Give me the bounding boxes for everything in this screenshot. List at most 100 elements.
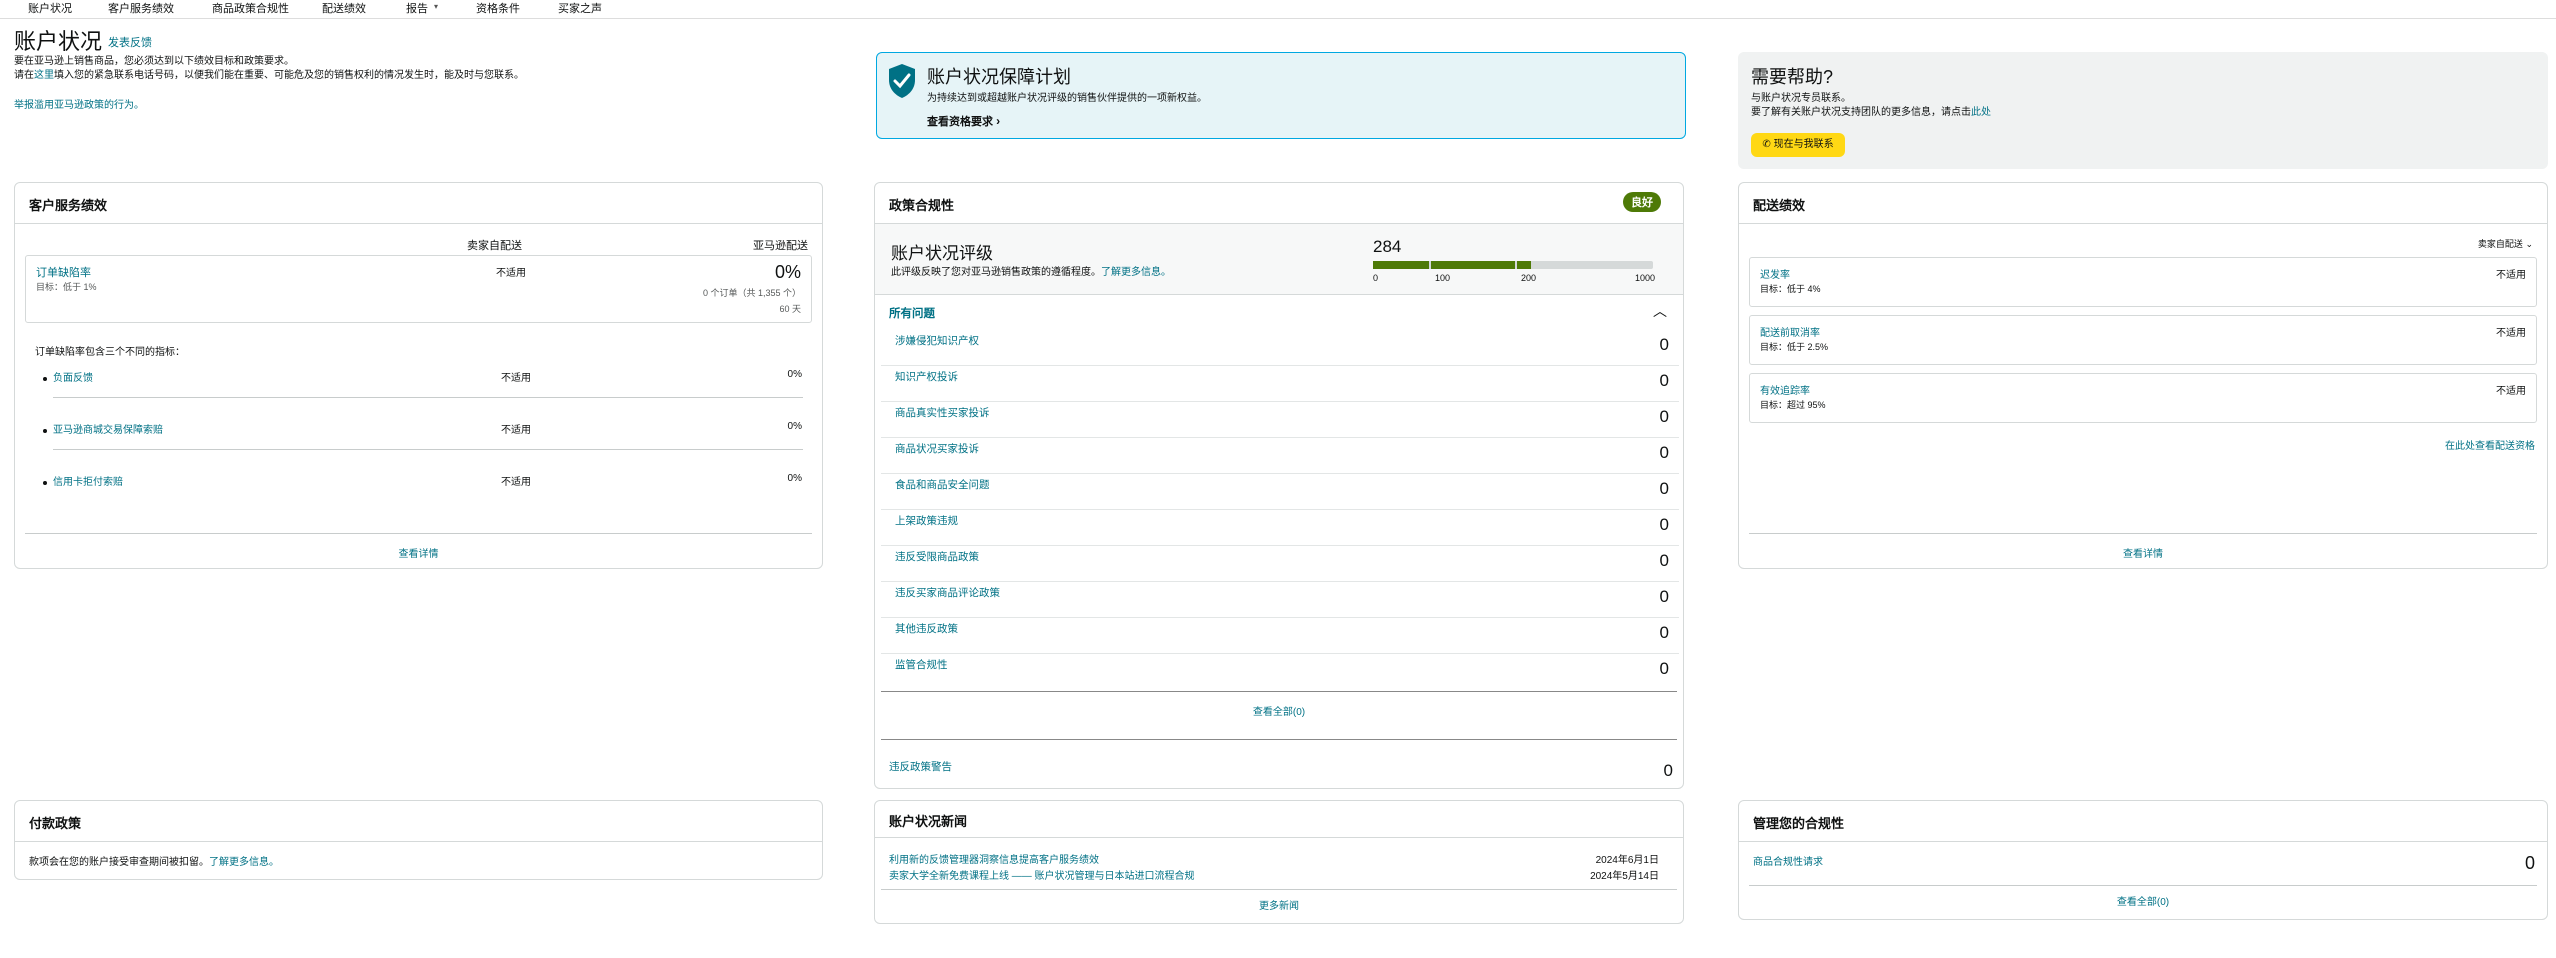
issue-label[interactable]: 监管合规性 — [895, 657, 948, 672]
late-shipment-target: 目标：低于 4% — [1760, 284, 1821, 294]
payment-title: 付款政策 — [29, 816, 82, 831]
shipping-card: 配送绩效 卖家自配送 ⌄ 迟发率 目标：低于 4% 不适用 配送前取消率 目标：… — [1738, 182, 2548, 569]
bullet — [43, 481, 47, 485]
compliance-title: 管理您的合规性 — [1753, 816, 1845, 831]
eligibility-link-label: 查看资格要求 — [927, 116, 993, 128]
nav-item-shipping[interactable]: 配送绩效 — [322, 0, 366, 16]
issue-label[interactable]: 违反买家商品评论政策 — [895, 585, 1000, 600]
score-bar-seg2 — [1431, 261, 1515, 269]
more-news-link[interactable]: 更多新闻 — [875, 897, 1683, 912]
odr-days: 60 天 — [779, 304, 801, 314]
issue-row: 监管合规性 0 — [881, 653, 1679, 689]
divider — [15, 841, 822, 842]
compliance-view-all-link[interactable]: 查看全部(0) — [1739, 893, 2547, 908]
divider — [875, 837, 1683, 838]
issue-label[interactable]: 上架政策违规 — [895, 513, 958, 528]
payment-learn-more-link[interactable]: 了解更多信息。 — [209, 857, 279, 868]
valid-tracking-link[interactable]: 有效追踪率 — [1760, 382, 1810, 397]
nav-item-reports[interactable]: 报告 — [406, 0, 428, 16]
issue-row: 涉嫌侵犯知识产权 0 — [881, 329, 1679, 366]
issue-label[interactable]: 商品状况买家投诉 — [895, 441, 979, 456]
nav-item-product-policy[interactable]: 商品政策合规性 — [212, 0, 289, 16]
valid-tracking-box: 有效追踪率 目标：超过 95% 不适用 — [1749, 373, 2537, 423]
bullet — [43, 429, 47, 433]
chargeback-link[interactable]: 信用卡拒付索赔 — [53, 473, 123, 488]
issue-label[interactable]: 食品和商品安全问题 — [895, 477, 990, 492]
divider — [1749, 533, 2537, 534]
issue-label[interactable]: 知识产权投诉 — [895, 369, 958, 384]
col-mfn-header: 卖家自配送 — [467, 240, 522, 252]
score-bar-seg1 — [1373, 261, 1429, 269]
negative-feedback-afn: 0% — [787, 369, 802, 380]
cs-details-link[interactable]: 查看详情 — [15, 545, 822, 560]
status-badge: 良好 — [1623, 192, 1661, 212]
issue-row: 商品状况买家投诉 0 — [881, 437, 1679, 474]
news-item-link[interactable]: 卖家大学全新免费课程上线 —— 账户状况管理与日本站进口流程合规 — [889, 867, 1195, 882]
feedback-link[interactable]: 发表反馈 — [108, 34, 152, 50]
report-abuse-link[interactable]: 举报滥用亚马逊政策的行为。 — [14, 96, 144, 111]
policy-title: 政策合规性 — [889, 198, 955, 213]
divider — [1749, 885, 2537, 886]
all-issues-title: 所有问题 — [889, 308, 935, 320]
odr-afn-value: 0% — [774, 262, 801, 282]
divider — [881, 739, 1677, 740]
chevron-down-icon: ⌄ — [2525, 239, 2533, 249]
all-issues-header[interactable]: 所有问题 ︿ — [875, 295, 1683, 329]
issue-row: 食品和商品安全问题 0 — [881, 473, 1679, 510]
shipping-eligibility-link[interactable]: 在此处查看配送资格 — [2445, 437, 2535, 452]
nav-item-eligibility[interactable]: 资格条件 — [476, 0, 520, 16]
issue-row: 商品真实性买家投诉 0 — [881, 401, 1679, 438]
help-line1: 与账户状况专员联系。 — [1751, 93, 1851, 104]
policy-warnings-link[interactable]: 违反政策警告 — [889, 759, 952, 774]
issue-label[interactable]: 商品真实性买家投诉 — [895, 405, 990, 420]
negative-feedback-link[interactable]: 负面反馈 — [53, 369, 93, 384]
shield-check-icon — [889, 64, 915, 98]
chevron-up-icon: ︿ — [1653, 303, 1667, 319]
divider — [881, 889, 1677, 890]
compliance-request-link[interactable]: 商品合规性请求 — [1753, 853, 1823, 868]
scale-100: 100 — [1435, 273, 1451, 283]
a-to-z-claims-afn: 0% — [787, 421, 802, 432]
a-to-z-claims-link[interactable]: 亚马逊商城交易保障索赔 — [53, 421, 163, 436]
breakdown-title: 订单缺陷率包含三个不同的指标： — [35, 347, 185, 358]
emergency-contact-link[interactable]: 这里 — [34, 70, 54, 81]
issue-label[interactable]: 其他违反政策 — [895, 621, 958, 636]
help-here-link[interactable]: 此处 — [1971, 107, 1991, 118]
nav-item-account-health[interactable]: 账户状况 — [28, 0, 72, 16]
issue-row: 上架政策违规 0 — [881, 509, 1679, 546]
ahr-learn-more-link[interactable]: 了解更多信息。 — [1101, 267, 1171, 278]
late-shipment-link[interactable]: 迟发率 — [1760, 266, 1790, 281]
odr-link[interactable]: 订单缺陷率 — [36, 264, 91, 280]
issue-row: 违反受限商品政策 0 — [881, 545, 1679, 582]
header-line2-suffix: 填入您的紧急联系电话号码，以便我们能在重要、可能危及您的销售权利的情况发生时，能… — [54, 70, 524, 81]
policy-warnings-count: 0 — [1663, 761, 1673, 780]
issue-row: 其他违反政策 0 — [881, 617, 1679, 654]
news-item-date: 2024年6月1日 — [1595, 855, 1659, 866]
view-all-issues-link[interactable]: 查看全部(0) — [875, 703, 1683, 718]
shipping-title: 配送绩效 — [1753, 198, 1806, 213]
cancel-rate-link[interactable]: 配送前取消率 — [1760, 324, 1820, 339]
contact-me-label: 现在与我联系 — [1773, 139, 1834, 150]
issue-row: 知识产权投诉 0 — [881, 365, 1679, 402]
divider — [881, 691, 1677, 692]
nav-item-voice-of-customer[interactable]: 买家之声 — [558, 0, 602, 16]
eligibility-link[interactable]: 查看资格要求 › — [927, 113, 1000, 129]
fulfillment-filter[interactable]: 卖家自配送 ⌄ — [2478, 237, 2533, 250]
issue-count: 0 — [1659, 623, 1669, 642]
cancel-rate-value: 不适用 — [2496, 328, 2526, 339]
col-afn-header: 亚马逊配送 — [753, 240, 808, 252]
scale-1000: 1000 — [1635, 273, 1656, 283]
issue-label[interactable]: 涉嫌侵犯知识产权 — [895, 333, 979, 348]
issue-count: 0 — [1659, 443, 1669, 462]
contact-me-button[interactable]: ✆ 现在与我联系 — [1751, 133, 1845, 157]
phone-icon: ✆ — [1762, 139, 1771, 150]
nav-item-customer-service[interactable]: 客户服务绩效 — [108, 0, 174, 16]
divider — [1739, 841, 2547, 842]
issue-count: 0 — [1659, 515, 1669, 534]
chevron-down-icon: ▾ — [434, 2, 439, 11]
news-item-link[interactable]: 利用新的反馈管理器洞察信息提高客户服务绩效 — [889, 851, 1099, 866]
shipping-details-link[interactable]: 查看详情 — [1739, 545, 2547, 560]
issue-label[interactable]: 违反受限商品政策 — [895, 549, 979, 564]
issue-row: 违反买家商品评论政策 0 — [881, 581, 1679, 618]
issue-count: 0 — [1659, 659, 1669, 678]
